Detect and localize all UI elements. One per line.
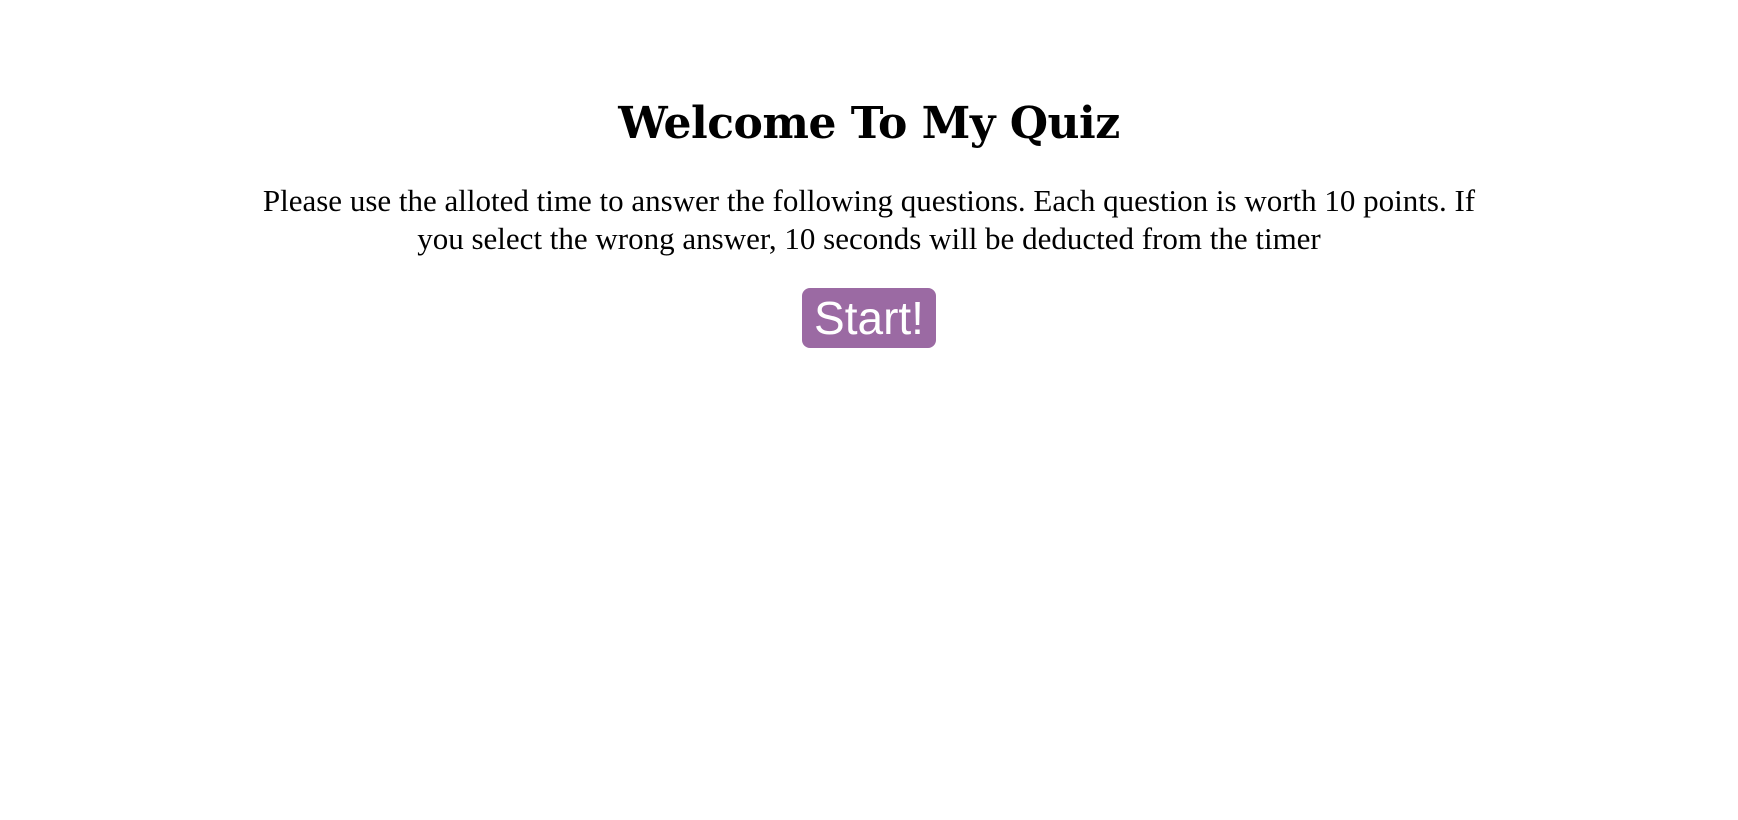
- start-button[interactable]: Start!: [802, 288, 936, 348]
- page-title: Welcome To My Quiz: [618, 98, 1120, 149]
- quiz-page: Welcome To My Quiz Please use the allote…: [0, 0, 1738, 820]
- quiz-instructions: Please use the alloted time to answer th…: [262, 183, 1476, 256]
- start-button-container: Start!: [0, 288, 1738, 348]
- quiz-intro: Welcome To My Quiz Please use the allote…: [0, 0, 1738, 348]
